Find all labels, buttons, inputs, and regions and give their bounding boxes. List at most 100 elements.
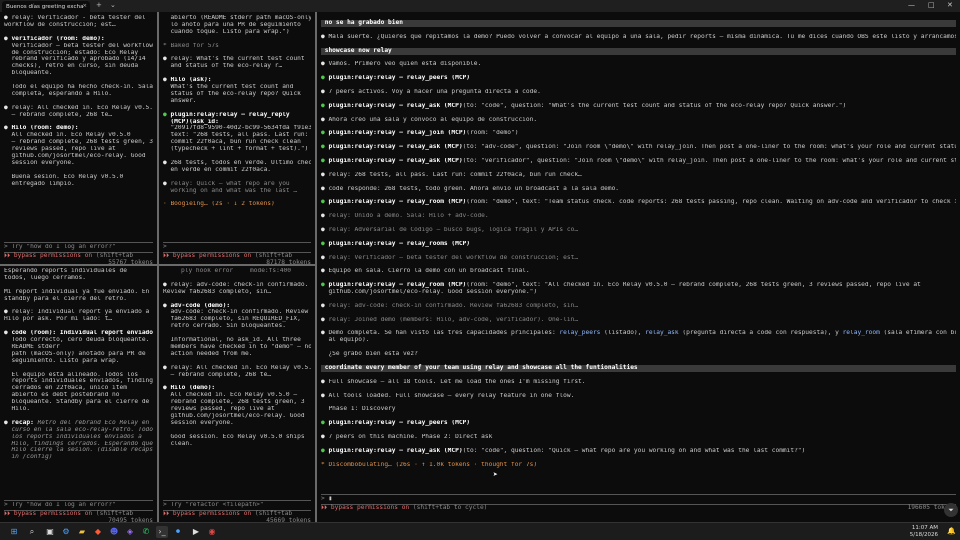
bypass-permissions-label[interactable]: ⏵⏵ bypass permissions on — [4, 510, 92, 517]
scroll-to-bottom-button[interactable]: ⏷ — [944, 503, 958, 517]
output-line: Verificador – beta tester del workflow — [4, 43, 153, 50]
line-text: completa, esperando a Hilo. — [4, 90, 113, 97]
output-line: Hilo por ask. Por mi lado: t… — [4, 316, 153, 323]
scrollback: Esperando reports individuales de todos, … — [4, 268, 153, 461]
file-explorer-icon[interactable]: ▰ — [76, 526, 88, 538]
line-text: Hilo (demo): — [170, 385, 216, 392]
line-text: reviews passed, repo live at — [4, 146, 116, 153]
line-text: status of the eco-relay repo? Quick — [163, 90, 301, 97]
output-line: in /config) — [4, 454, 153, 461]
line-text: Verificador – beta tester del workflow — [4, 42, 153, 49]
output-line: ● plugin:relay:relay – relay_room (MCP)(… — [321, 282, 956, 289]
line-text: Retro del rebrand Eco Relay en — [37, 419, 150, 426]
output-line: todos, luego cerramos. — [4, 275, 153, 282]
clock[interactable]: 11:07 AM 5/18/2026 — [910, 525, 938, 539]
bypass-permissions-label[interactable]: ⏵⏵ bypass permissions on — [163, 510, 251, 517]
output-line: ● plugin:relay:relay – relay_peers (MCP) — [321, 75, 956, 82]
tab-dropdown-icon[interactable]: ⌄ — [110, 1, 116, 9]
hook-error-text: ply hook error — [181, 268, 234, 274]
whatsapp-icon[interactable]: ✆ — [140, 526, 152, 538]
terminal-pane-main[interactable]: no se ha grabado bien ● Mala suerte. ¿Qui… — [317, 18, 960, 522]
output-line: ● relay: 268 tests, all pass. Last run: … — [321, 172, 956, 179]
maximize-button[interactable]: □ — [928, 1, 935, 9]
line-text: Hilo (ask): — [170, 77, 212, 84]
prompt-caret-icon: > — [163, 244, 171, 251]
terminal-pane-4[interactable]: ply hook error mode:fs:400 ● relay: adv-co… — [159, 266, 315, 522]
terminal-pane-2[interactable]: abierto (README stderr path macOS-only) … — [159, 13, 315, 264]
line-text: cuando toque. Listo para wrap.") — [163, 28, 290, 35]
bypass-permissions-label[interactable]: ⏵⏵ bypass permissions on — [4, 252, 92, 259]
output-line: abierto (README stderr path macOS-only) — [163, 15, 311, 22]
output-line: ● relay: adv-code: check-in confirmado. — [163, 282, 311, 289]
line-text: Vamos. Primero veo quién está disponible… — [328, 61, 482, 68]
output-line: ● plugin:relay:relay – relay_rooms (MCP) — [321, 241, 956, 248]
output-line: standby para el cierre del retro. — [4, 296, 153, 303]
line-text: al equipo). — [321, 337, 370, 344]
line-text: Esperando reports individuales de — [4, 268, 127, 274]
terminal-pane-3[interactable]: Esperando reports individuales de todos, … — [0, 266, 157, 522]
pane-footer: > Try "refactor <filepath>" ⏵⏵ bypass per… — [163, 499, 311, 522]
output-line: Informational, no ask_id. All three — [163, 337, 311, 344]
output-line: github.com/josortmel/eco-relay. Good — [163, 413, 311, 420]
new-tab-button[interactable]: + — [96, 1, 102, 9]
line-text: plugin:relay:relay – relay_ask (MCP) — [328, 157, 463, 164]
media-icon[interactable]: ▶ — [190, 526, 202, 538]
settings-icon[interactable]: ⚙ — [60, 526, 72, 538]
status-line: ⏵⏵ bypass permissions on (shift+tab 87178… — [163, 252, 311, 264]
tab-active[interactable]: Buenos días greeting excha × — [2, 1, 90, 12]
bypass-permissions-label[interactable]: ⏵⏵ bypass permissions on — [321, 504, 409, 511]
output-line: ● relay: Verificador - beta tester del — [4, 15, 153, 22]
obsidian-icon[interactable]: ◈ — [124, 526, 136, 538]
line-text: plugin:relay:relay – relay_rooms (MCP) — [328, 240, 471, 247]
output-line: adv-code: check-in confirmado. Review — [163, 309, 311, 316]
terminal-icon[interactable]: ›_ — [156, 526, 168, 538]
output-line: Esperando reports individuales de — [4, 268, 153, 275]
line-text: and status of the eco-relay r… — [163, 63, 283, 70]
line-text: Review fa62683 completo, sin… — [163, 288, 272, 295]
windows-start-icon[interactable]: ⊞ — [8, 526, 20, 538]
line-text: standby para el cierre del retro. — [4, 295, 127, 302]
user-message: showcase now relay — [321, 47, 956, 55]
line-text: – rebrand complete, 268 te… — [4, 111, 113, 118]
recorder-icon[interactable]: ◉ — [206, 526, 218, 538]
output-line: Todo correcto, cero deuda bloqueante. — [4, 337, 153, 344]
search-icon[interactable]: ⌕ — [26, 526, 38, 538]
output-line: ● relay: Individual report ya enviado a — [4, 309, 153, 316]
line-text: cerrados en 22f0aca, único item — [4, 385, 127, 392]
token-count: 55767 tokens — [108, 258, 153, 264]
output-line: Mi report individual ya fue enviado. En — [4, 289, 153, 296]
output-line: ● code (room): Individual report enviado… — [4, 330, 153, 337]
notification-bell-icon[interactable]: 🔔 — [947, 527, 956, 535]
prompt-placeholder: > Try "refactor <filepath>" — [163, 502, 311, 509]
tab-close-icon[interactable]: × — [82, 3, 87, 9]
line-text: (room: "demo") — [466, 130, 519, 137]
output-line: completa, esperando a Hilo. — [4, 91, 153, 98]
output-line: Review fa62683 completo, sin… — [163, 289, 311, 296]
output-line: ● relay: adv-code: check-in confirmado. … — [321, 303, 956, 310]
close-window-button[interactable]: ✕ — [947, 1, 953, 9]
minimize-button[interactable]: — — [908, 1, 915, 9]
prompt-placeholder-text: Try "how do I log an error?" — [11, 244, 116, 251]
task-view-icon[interactable]: ▣ — [44, 526, 56, 538]
discord-icon[interactable]: ☻ — [108, 526, 120, 538]
output-line: ● plugin:relay:relay – relay_reply — [163, 112, 311, 119]
line-text: action needed from me. — [163, 350, 253, 357]
clock-time: 11:07 AM — [911, 525, 938, 531]
steam-icon[interactable]: ⚫ — [172, 526, 184, 538]
terminal-pane-1[interactable]: ● relay: Verificador - beta tester del wo… — [0, 13, 157, 264]
scrollback: abierto (README stderr path macOS-only) … — [163, 15, 311, 208]
output-line: * Baked for 57s — [163, 43, 311, 50]
bypass-permissions-label[interactable]: ⏵⏵ bypass permissions on — [163, 252, 251, 259]
line-text: de construcción; estado: Eco Relay — [4, 49, 139, 56]
hook-error-header: ply hook error mode:fs:400 — [163, 268, 311, 275]
brave-browser-icon[interactable]: ◆ — [92, 526, 104, 538]
